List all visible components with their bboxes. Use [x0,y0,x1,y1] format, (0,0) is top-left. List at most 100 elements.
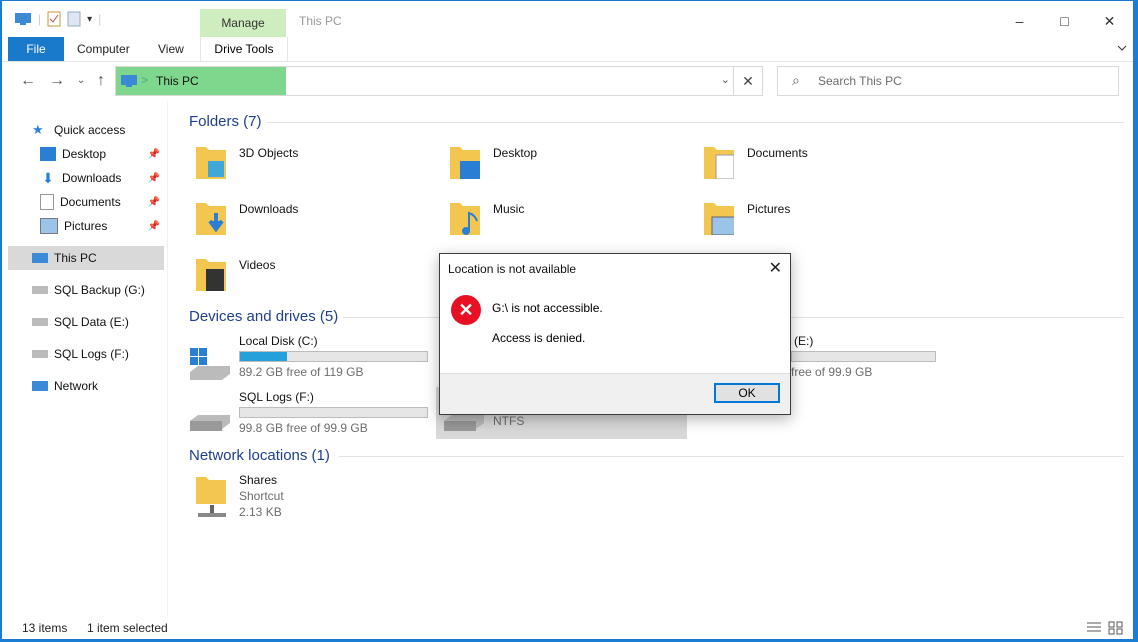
forward-arrow-icon: → [49,72,65,89]
sidebar-item-this-pc[interactable]: This PC [8,246,164,270]
pin-icon[interactable]: 📌 [148,173,160,184]
sidebar-item-label: Desktop [62,147,107,161]
dialog-title: Location is not available [448,262,577,276]
sidebar-item-label: Pictures [64,219,108,233]
ribbon-tabs: File Computer View Drive Tools [2,37,1133,62]
error-icon: ✕ [451,295,481,325]
maximize-button[interactable]: □ [1042,7,1087,35]
minimize-button[interactable]: – [997,7,1042,35]
network-location-type: Shortcut [239,489,284,503]
sidebar-item-quick-access[interactable]: ★ Quick access [32,118,164,142]
search-placeholder: Search This PC [818,74,902,88]
address-clear-button[interactable]: ✕ [733,67,762,95]
drive-icon [190,415,230,431]
new-folder-icon[interactable] [67,11,81,27]
close-button[interactable]: ✕ [1087,7,1132,35]
tab-view[interactable]: View [158,37,184,61]
group-header-network[interactable]: Network locations (1) [189,447,330,464]
sidebar-item-label: SQL Data (E:) [54,315,129,329]
group-divider [343,317,439,318]
sidebar-item-label: Network [54,379,99,393]
folder-pictures-icon [704,203,734,235]
folder-name: Downloads [239,202,299,216]
drive-usage-fill [240,352,287,361]
ok-button[interactable]: OK [714,383,780,403]
drive-free-space: 99.8 GB free of 99.9 GB [239,421,368,435]
up-arrow-icon: ↑ [97,72,105,89]
expand-ribbon-icon[interactable] [1115,41,1129,55]
sidebar-item-network[interactable]: Network [32,374,164,398]
sidebar-item-sql-data[interactable]: SQL Data (E:) [32,310,164,334]
dialog-detail: Access is denied. [492,331,586,345]
sidebar-item-desktop[interactable]: Desktop 📌 [40,142,164,166]
sidebar-item-documents[interactable]: Documents 📌 [40,190,164,214]
dialog-footer: OK [440,373,790,414]
sidebar-item-label: SQL Logs (F:) [54,347,129,361]
navigation-pane: ★ Quick access Desktop 📌 ⬇ Downloads 📌 D… [8,106,164,636]
drive-icon [32,286,48,294]
pin-icon[interactable]: 📌 [148,197,160,208]
search-icon: ⌕ [792,72,800,88]
folder-name: Music [493,202,525,216]
recent-locations-button[interactable]: ⌄ [71,71,91,91]
pane-divider[interactable] [167,101,168,616]
network-icon [32,381,48,391]
back-button[interactable]: ← [18,71,38,91]
drive-filesystem: NTFS [493,414,525,428]
tab-file[interactable]: File [8,37,64,61]
breadcrumb-separator[interactable]: > [141,73,148,87]
folder-3d-objects-icon [196,147,226,179]
drive-name: SQL Logs (F:) [239,390,314,404]
drive-name: Local Disk (C:) [239,334,318,348]
folder-name: Videos [239,258,276,272]
network-location-name: Shares [239,473,278,487]
pin-icon[interactable]: 📌 [148,149,160,160]
this-pc-window-icon [15,13,31,25]
computer-icon [32,253,48,263]
folder-name: Pictures [747,202,791,216]
group-header-devices[interactable]: Devices and drives (5) [189,308,338,325]
sidebar-item-sql-backup[interactable]: SQL Backup (G:) [32,278,164,302]
drive-free-space: 89.2 GB free of 119 GB [239,365,364,379]
drive-usage-bar [239,351,428,362]
folder-desktop-icon [450,147,480,179]
folder-name: Desktop [493,146,538,160]
manage-contextual-tab[interactable]: Manage [200,9,286,37]
forward-button[interactable]: → [47,71,67,91]
folder-music-icon [450,203,480,235]
details-view-icon[interactable] [1086,621,1102,635]
group-divider [791,317,1124,318]
address-dropdown-icon[interactable]: ⌄ [721,73,730,86]
star-icon: ★ [32,122,44,137]
sidebar-item-downloads[interactable]: ⬇ Downloads 📌 [40,166,164,190]
sidebar-item-label: This PC [54,251,97,265]
address-bar[interactable]: > This PC ⌄ ✕ [115,66,763,96]
breadcrumb-this-pc[interactable]: This PC [156,74,199,88]
chevron-down-icon: ⌄ [76,75,86,86]
customize-qat-icon[interactable]: ▾ [87,14,92,25]
sidebar-item-label: Quick access [54,123,126,137]
pin-icon[interactable]: 📌 [148,221,160,232]
group-divider [267,122,1124,123]
document-icon [40,194,54,210]
search-box[interactable]: ⌕ Search This PC [777,66,1119,96]
tab-computer[interactable]: Computer [77,37,130,61]
sidebar-item-label: Downloads [62,171,122,185]
group-header-folders[interactable]: Folders (7) [189,113,262,130]
sidebar-item-sql-logs[interactable]: SQL Logs (F:) [32,342,164,366]
properties-icon[interactable] [47,11,61,27]
up-button[interactable]: ↑ [91,71,111,91]
file-explorer-window: | ▾ | Manage This PC – □ ✕ File Computer… [1,0,1134,640]
network-shortcut-icon [196,477,226,517]
drive-icon [32,318,48,326]
back-arrow-icon: ← [20,72,36,89]
status-selection: 1 item selected [87,621,168,635]
sidebar-item-label: SQL Backup (G:) [54,283,145,297]
sidebar-item-pictures[interactable]: Pictures 📌 [40,214,164,238]
large-icons-view-icon[interactable] [1108,621,1124,635]
group-divider [339,456,1124,457]
tab-drive-tools[interactable]: Drive Tools [200,37,288,61]
dialog-close-button[interactable]: ✕ [769,258,782,278]
error-dialog: Location is not available ✕ ✕ G:\ is not… [439,253,791,415]
pictures-icon [40,218,58,234]
